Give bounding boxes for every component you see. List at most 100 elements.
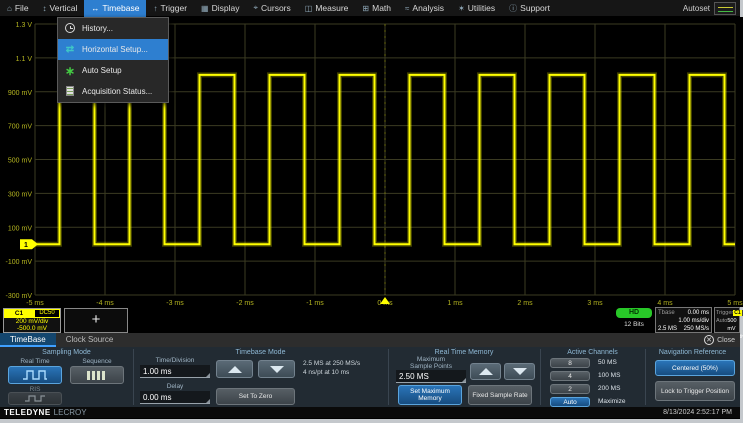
c1-offset: -500.0 mV (4, 325, 60, 332)
acquisition-status-icon (66, 86, 74, 96)
menubar: ⌂File ↕Vertical ↔Timebase ↑Trigger ▦Disp… (0, 0, 740, 17)
tab-clock-source[interactable]: Clock Source (56, 333, 124, 347)
add-channel-button[interactable]: + (64, 308, 128, 333)
sequence-bars-icon (86, 369, 108, 381)
menu-trigger[interactable]: ↑Trigger (146, 0, 194, 17)
y-axis-label: -300 mV (6, 293, 33, 300)
hd-bits-label: 12 Bits (616, 321, 652, 328)
timebase-increase-button[interactable] (216, 360, 253, 378)
horizontal-setup-icon: ⇄ (64, 44, 76, 55)
channels-auto-label: Maximize (598, 398, 642, 405)
max-sample-points-field[interactable]: 2.50 MS (396, 370, 466, 383)
y-axis-label: 500 mV (8, 158, 32, 165)
y-axis-label: -100 mV (6, 259, 33, 266)
sequence-button[interactable] (70, 366, 124, 384)
brand-teledyne: TELEDYNE (0, 408, 51, 417)
timebase-rate: 250 MS/s (684, 325, 709, 333)
menu-measure[interactable]: ◫Measure (298, 0, 356, 17)
trigger-descriptor[interactable]: TriggerC1DC Auto500 mV EdgePositive (714, 307, 740, 333)
realtime-button[interactable] (8, 366, 62, 384)
channels-8-label: 50 MS (598, 359, 642, 366)
channels-2-button[interactable]: 2 (550, 384, 590, 394)
timebase-delay: 0.00 ms (688, 309, 709, 317)
delay-field[interactable]: 0.00 ms (140, 391, 210, 404)
delay-label: Delay (140, 383, 210, 390)
centered-button[interactable]: Centered (50%) (655, 360, 735, 376)
trigger-mode: Auto (716, 317, 727, 333)
menu-display[interactable]: ▦Display (194, 0, 246, 17)
trigger-icon: ↑ (153, 4, 157, 13)
realtime-label: Real Time (8, 358, 62, 365)
timebase-scale: 1.00 ms/div (678, 317, 709, 325)
set-maximum-memory-button[interactable]: Set Maximum Memory (398, 385, 462, 405)
display-icon: ▦ (201, 4, 209, 13)
x-axis-label: -2 ms (236, 300, 254, 307)
autoset-button[interactable] (714, 2, 736, 15)
ris-button[interactable] (8, 392, 62, 405)
timebase-decrease-button[interactable] (258, 360, 295, 378)
sequence-label: Sequence (70, 358, 124, 365)
timebase-dropdown-menu: History... ⇄ Horizontal Setup... ∗ Auto … (57, 17, 169, 103)
trigger-source-badge: C1 (733, 310, 741, 316)
menu-item-horizontal-setup[interactable]: ⇄ Horizontal Setup... (58, 39, 168, 60)
y-axis-label: 700 mV (8, 124, 32, 131)
hd-mode-indicator[interactable]: HD 12 Bits (616, 308, 652, 333)
dialog-tabbar: TimeBase Clock Source ✕ Close (0, 333, 740, 347)
channel-marker-label: 1 (24, 242, 28, 249)
channels-4-button[interactable]: 4 (550, 371, 590, 381)
channels-8-button[interactable]: 8 (550, 358, 590, 368)
y-axis-label: 1.3 V (16, 22, 33, 29)
x-axis-label: 3 ms (587, 300, 603, 307)
dialog-close-button[interactable]: ✕ Close (704, 333, 740, 347)
menu-item-auto-setup[interactable]: ∗ Auto Setup (58, 60, 168, 81)
x-axis-label: -1 ms (306, 300, 324, 307)
timebase-descriptor[interactable]: Tbase0.00 ms 1.00 ms/div 2.5 MS250 MS/s (655, 307, 712, 333)
y-axis-label: 900 mV (8, 90, 32, 97)
close-icon: ✕ (704, 335, 714, 345)
autoset-label: Autoset (683, 4, 710, 13)
active-channels-header: Active Channels (540, 349, 645, 356)
square-wave-icon (22, 369, 48, 381)
menu-item-acquisition-status[interactable]: Acquisition Status... (58, 81, 168, 102)
max-sample-points-label: MaximumSample Points (396, 356, 466, 370)
fixed-sample-rate-button[interactable]: Fixed Sample Rate (468, 385, 532, 405)
tab-timebase[interactable]: TimeBase (0, 333, 56, 347)
menu-file[interactable]: ⌂File (0, 0, 36, 17)
up-arrow-icon (228, 366, 242, 373)
menu-utilities[interactable]: ✶Utilities (451, 0, 502, 17)
menu-item-history[interactable]: History... (58, 18, 168, 39)
lock-to-trigger-button[interactable]: Lock to Trigger Position (655, 381, 735, 401)
y-axis-label: 100 mV (8, 225, 32, 232)
brand-lecroy: LECROY (51, 408, 87, 417)
trigger-level: 500 mV (727, 317, 738, 333)
menu-analysis[interactable]: ≈Analysis (398, 0, 451, 17)
memory-decrease-button[interactable] (504, 363, 535, 380)
menu-cursors[interactable]: ⌖Cursors (246, 0, 297, 17)
y-axis-label: 1.1 V (16, 56, 33, 63)
c1-coupling-badge: DC50 (34, 309, 60, 318)
set-to-zero-button[interactable]: Set To Zero (216, 388, 295, 405)
channel-c1-descriptor[interactable]: C1 DC50 200 mV/div -500.0 mV (3, 308, 61, 333)
vertical-icon: ↕ (43, 4, 47, 13)
x-axis-label: 2 ms (517, 300, 533, 307)
menu-timebase[interactable]: ↔Timebase (84, 0, 146, 17)
channels-auto-button[interactable]: Auto (550, 397, 590, 407)
math-icon: ⊞ (362, 4, 369, 13)
down-arrow-icon (513, 368, 527, 375)
channels-4-label: 100 MS (598, 372, 642, 379)
c1-label: C1 (4, 309, 34, 318)
file-icon: ⌂ (7, 4, 12, 13)
menu-math[interactable]: ⊞Math (355, 0, 398, 17)
utilities-icon: ✶ (458, 4, 465, 13)
measure-icon: ◫ (305, 4, 313, 13)
timebase-samples: 2.5 MS (658, 325, 677, 333)
menu-vertical[interactable]: ↕Vertical (36, 0, 85, 17)
datetime: 8/13/2024 2:52:17 PM (663, 409, 740, 416)
time-division-field[interactable]: 1.00 ms (140, 365, 210, 378)
sampling-mode-header: Sampling Mode (0, 349, 133, 356)
analysis-icon: ≈ (405, 4, 409, 13)
menu-support[interactable]: ⓘSupport (502, 0, 557, 17)
statusbar: TELEDYNE LECROY 8/13/2024 2:52:17 PM (0, 407, 740, 418)
memory-increase-button[interactable] (470, 363, 501, 380)
ris-wave-icon (24, 394, 46, 403)
